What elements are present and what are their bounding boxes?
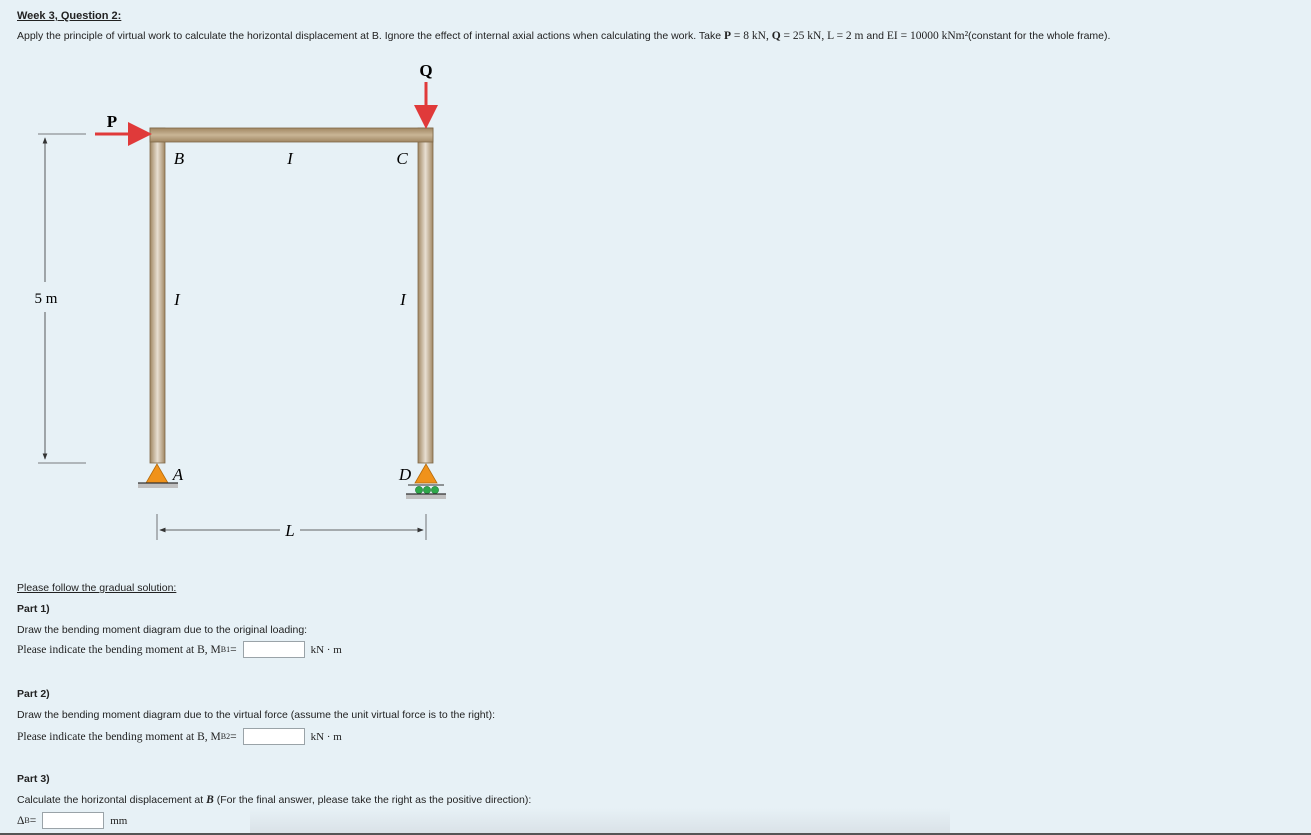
part3-eq: = (29, 814, 37, 827)
part1-text: Draw the bending moment diagram due to t… (17, 624, 308, 636)
part2-heading: Part 2) (17, 688, 50, 700)
label-height: 5 m (35, 291, 58, 307)
p-value: = 8 kN, (731, 30, 772, 42)
mb2-input[interactable] (242, 728, 305, 745)
roller-2 (423, 486, 431, 494)
pin-support-a (145, 463, 169, 484)
part1-prompt: Please indicate the bending moment at B,… (17, 643, 221, 656)
part1-answer: Please indicate the bending moment at B,… (17, 641, 342, 658)
question-page: Week 3, Question 2: Apply the principle … (0, 0, 1311, 835)
label-c: C (396, 149, 408, 168)
question-title: Week 3, Question 2: (17, 10, 122, 22)
roller-1 (415, 486, 423, 494)
right-column (417, 127, 434, 464)
delta-b-input[interactable] (42, 812, 105, 829)
part1-eq: = (230, 643, 237, 656)
label-b: B (174, 149, 185, 168)
part3-text: Calculate the horizontal displacement at… (17, 794, 531, 806)
ei-value: EI = 10000 kNm² (886, 30, 969, 42)
roller-support-d (414, 463, 438, 484)
label-span: L (284, 521, 294, 540)
label-d: D (398, 465, 412, 484)
label-a: A (172, 465, 184, 484)
part3-answer: ΔB = mm (17, 812, 127, 829)
prompt-tail: (constant for the whole frame). (968, 30, 1111, 42)
part3-text-post: (For the final answer, please take the r… (213, 794, 532, 806)
left-column (149, 127, 166, 464)
part2-text: Draw the bending moment diagram due to t… (17, 709, 495, 721)
label-i-top: I (286, 149, 294, 168)
label-q: Q (419, 61, 432, 80)
part2-eq: = (230, 730, 237, 743)
gradual-solution-link[interactable]: Please follow the gradual solution: (17, 582, 176, 594)
label-i-left: I (173, 290, 181, 309)
part3-unit: mm (110, 814, 128, 827)
mb1-input[interactable] (242, 641, 305, 658)
part3-prompt: Δ (17, 814, 25, 827)
part2-prompt: Please indicate the bending moment at B,… (17, 730, 221, 743)
q-value: = 25 kN, (780, 30, 828, 42)
q-symbol: Q (771, 30, 781, 42)
ground-d (406, 494, 446, 499)
prompt-text: Apply the principle of virtual work to c… (17, 30, 725, 42)
part3-b: B (206, 794, 214, 806)
label-i-right: I (399, 290, 407, 309)
question-prompt: Apply the principle of virtual work to c… (17, 30, 1110, 42)
and-text: and (863, 30, 887, 42)
label-p: P (107, 112, 117, 131)
part2-sub: B2 (220, 732, 231, 741)
part2-answer: Please indicate the bending moment at B,… (17, 728, 342, 745)
part1-heading: Part 1) (17, 603, 50, 615)
roller-3 (431, 486, 439, 494)
part3-heading: Part 3) (17, 773, 50, 785)
top-beam (149, 127, 434, 143)
frame-figure: P Q B I C I I A D 5 m L (35, 61, 446, 540)
part1-sub: B1 (220, 645, 231, 654)
part2-unit: kN · m (310, 730, 342, 743)
bottom-shade (250, 808, 950, 835)
part3-text-pre: Calculate the horizontal displacement at (17, 794, 207, 806)
part1-unit: kN · m (310, 643, 342, 656)
l-value: L = 2 m (827, 30, 864, 42)
p-symbol: P (724, 30, 732, 42)
